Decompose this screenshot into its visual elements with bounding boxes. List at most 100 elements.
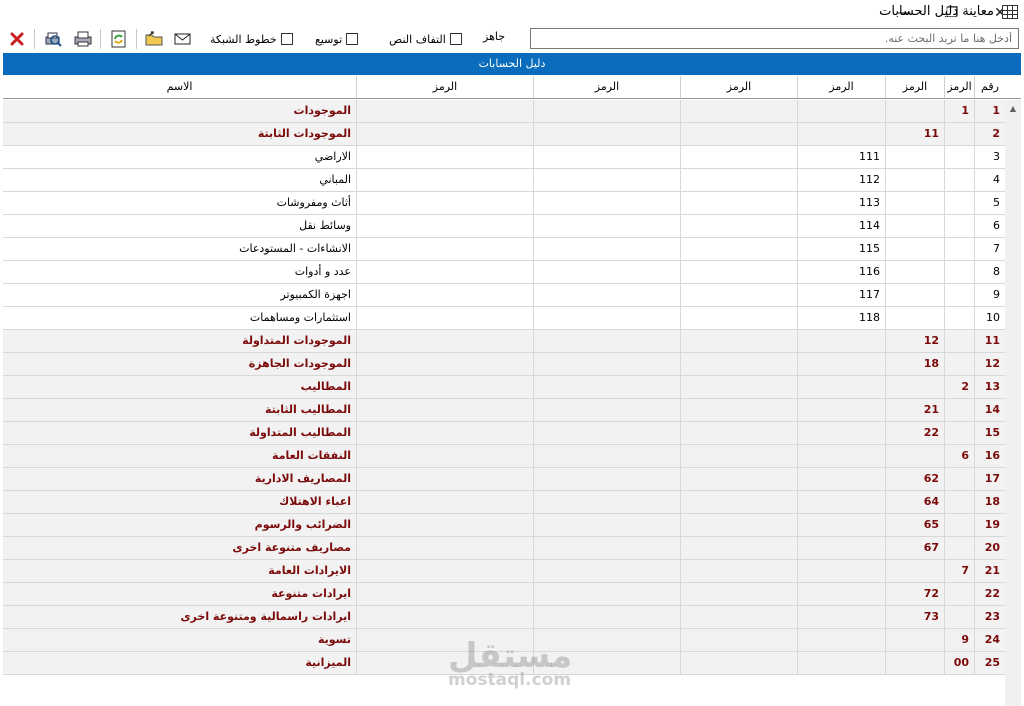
- table-row[interactable]: الموجودات 1 1: [3, 100, 1005, 123]
- table-row[interactable]: استثمارات ومساهمات 118 10: [3, 307, 1005, 330]
- cell-num: 18: [974, 491, 1005, 513]
- cell-empty: [533, 123, 680, 145]
- expand-checkbox[interactable]: توسيع: [315, 31, 359, 47]
- table-row[interactable]: المطاليب المتداولة 22 15: [3, 422, 1005, 445]
- header-num[interactable]: رقم: [974, 76, 1005, 98]
- cell-empty: [533, 261, 680, 283]
- cell-name: أثاث ومفروشات: [276, 196, 351, 209]
- cell-code1: [944, 261, 974, 283]
- header-name[interactable]: الاسم: [3, 76, 356, 98]
- email-icon[interactable]: [172, 28, 194, 50]
- grid-body: الموجودات 1 1 الموجودات الثابتة 11 2 الاراضي 11…: [3, 100, 1005, 706]
- header-code4[interactable]: الرمز: [680, 76, 797, 98]
- cell-empty: [680, 215, 797, 237]
- cell-empty: [680, 399, 797, 421]
- cell-code3: [797, 422, 885, 444]
- cell-empty: [533, 399, 680, 421]
- cell-num: 21: [974, 560, 1005, 582]
- vertical-scrollbar[interactable]: ▲: [1005, 100, 1021, 706]
- header-code2[interactable]: الرمز: [885, 76, 944, 98]
- cell-code2: [885, 238, 944, 260]
- search-input[interactable]: [530, 28, 1019, 49]
- table-row[interactable]: أثاث ومفروشات 113 5: [3, 192, 1005, 215]
- table-row[interactable]: الموجودات الجاهزة 18 12: [3, 353, 1005, 376]
- cell-code1: [944, 468, 974, 490]
- cell-empty: [356, 468, 533, 490]
- table-row[interactable]: ايرادات متنوعة 72 22: [3, 583, 1005, 606]
- checkbox-box[interactable]: [449, 33, 462, 45]
- table-row[interactable]: اعباء الاهتلاك 64 18: [3, 491, 1005, 514]
- cell-code2: 64: [885, 491, 944, 513]
- cell-num: 23: [974, 606, 1005, 628]
- table-row[interactable]: الاراضي 111 3: [3, 146, 1005, 169]
- cell-empty: [680, 629, 797, 651]
- cell-empty: [680, 652, 797, 674]
- header-code3[interactable]: الرمز: [797, 76, 885, 98]
- cell-code2: [885, 629, 944, 651]
- cell-code3: 117: [797, 284, 885, 306]
- cell-empty: [680, 537, 797, 559]
- watermark-sub: mostaql.com: [448, 670, 572, 690]
- scroll-up-icon[interactable]: ▲: [1005, 100, 1021, 116]
- table-row[interactable]: ايرادات راسمالية ومتنوعة اخرى 73 23: [3, 606, 1005, 629]
- table-row[interactable]: المباني 112 4: [3, 169, 1005, 192]
- cell-name: الميزانية: [305, 656, 351, 669]
- close-x-icon[interactable]: [6, 28, 28, 50]
- open-folder-icon[interactable]: [144, 28, 166, 50]
- cell-code3: [797, 629, 885, 651]
- table-row[interactable]: المطاليب 2 13: [3, 376, 1005, 399]
- cell-empty: [356, 376, 533, 398]
- header-code6[interactable]: الرمز: [356, 76, 533, 98]
- cell-code2: 73: [885, 606, 944, 628]
- cell-code3: [797, 353, 885, 375]
- cell-empty: [356, 330, 533, 352]
- cell-code2: 21: [885, 399, 944, 421]
- cell-code2: 62: [885, 468, 944, 490]
- cell-empty: [356, 606, 533, 628]
- cell-code3: [797, 514, 885, 536]
- status-label: جاهز: [483, 30, 506, 43]
- wrap-text-checkbox[interactable]: التفاف النص: [389, 31, 462, 47]
- table-row[interactable]: الموجودات الثابتة 11 2: [3, 123, 1005, 146]
- grid-lines-checkbox[interactable]: خطوط الشبكة: [210, 31, 293, 47]
- cell-empty: [533, 445, 680, 467]
- table-row[interactable]: الانشاءات - المستودعات 115 7: [3, 238, 1005, 261]
- cell-code2: [885, 169, 944, 191]
- cell-num: 1: [974, 100, 1005, 122]
- cell-empty: [356, 353, 533, 375]
- table-row[interactable]: الموجودات المتداولة 12 11: [3, 330, 1005, 353]
- table-row[interactable]: المصاريف الادارية 62 17: [3, 468, 1005, 491]
- checkbox-box[interactable]: [346, 33, 359, 45]
- table-row[interactable]: النفقات العامة 6 16: [3, 445, 1005, 468]
- cell-num: 7: [974, 238, 1005, 260]
- table-row[interactable]: الايرادات العامة 7 21: [3, 560, 1005, 583]
- refresh-icon[interactable]: [108, 28, 130, 50]
- cell-empty: [533, 307, 680, 329]
- cell-num: 22: [974, 583, 1005, 605]
- grid-title-bar: دليل الحسابات: [3, 53, 1021, 75]
- cell-code1: [944, 514, 974, 536]
- cell-num: 14: [974, 399, 1005, 421]
- table-row[interactable]: وسائط نقل 114 6: [3, 215, 1005, 238]
- cell-code1: [944, 353, 974, 375]
- table-row[interactable]: الضرائب والرسوم 65 19: [3, 514, 1005, 537]
- table-row[interactable]: اجهزة الكمبيوتر 117 9: [3, 284, 1005, 307]
- print-preview-icon[interactable]: [42, 28, 64, 50]
- cell-code3: 111: [797, 146, 885, 168]
- table-row[interactable]: مصاريف متنوعة اخرى 67 20: [3, 537, 1005, 560]
- cell-num: 25: [974, 652, 1005, 674]
- header-code5[interactable]: الرمز: [533, 76, 680, 98]
- toolbar-separator: [100, 29, 101, 49]
- table-row[interactable]: عدد و أدوات 116 8: [3, 261, 1005, 284]
- table-row[interactable]: المطاليب الثابتة 21 14: [3, 399, 1005, 422]
- header-code1[interactable]: الرمز: [944, 76, 974, 98]
- cell-empty: [356, 169, 533, 191]
- cell-code1: [944, 422, 974, 444]
- cell-num: 19: [974, 514, 1005, 536]
- cell-num: 11: [974, 330, 1005, 352]
- checkbox-box[interactable]: [280, 33, 293, 45]
- cell-empty: [356, 123, 533, 145]
- cell-code3: 112: [797, 169, 885, 191]
- printer-icon[interactable]: [72, 28, 94, 50]
- watermark: مستقل mostaql.com: [448, 636, 572, 690]
